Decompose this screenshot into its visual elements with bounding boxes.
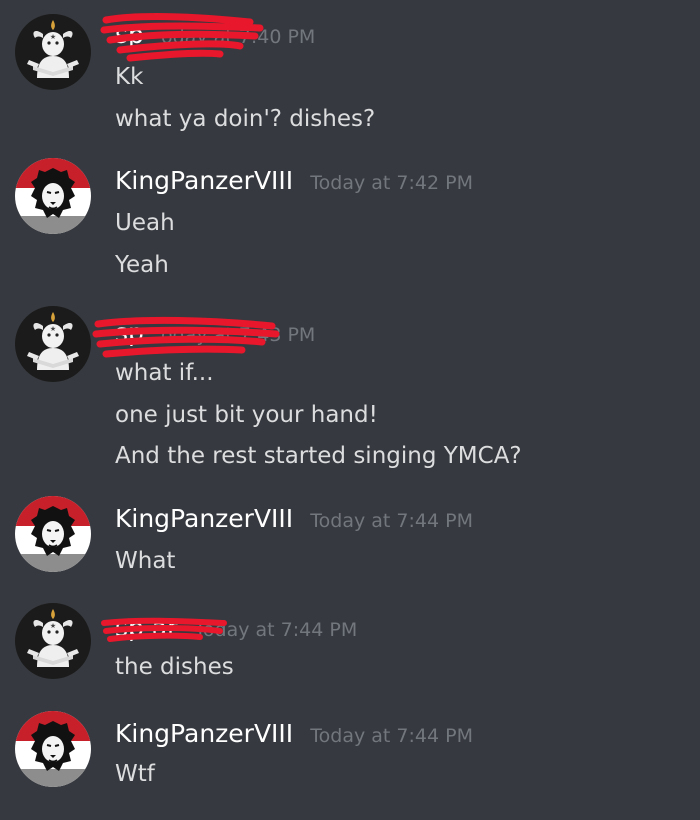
message-text: And the rest started singing YMCA?	[115, 443, 522, 469]
goat-avatar-icon[interactable]	[15, 306, 91, 382]
username[interactable]: sp	[115, 20, 144, 49]
message-text: Ueah	[115, 210, 175, 236]
message-group: KingPanzerVIII Today at 7:42 PM Ueah Yea…	[0, 150, 700, 300]
lion-avatar-icon[interactable]	[15, 496, 91, 572]
goat-avatar-icon[interactable]	[15, 603, 91, 679]
lion-avatar-icon[interactable]	[15, 158, 91, 234]
message-header: KingPanzerVIII Today at 7:44 PM	[115, 719, 473, 748]
message-text: Wtf	[115, 761, 155, 787]
username[interactable]: sp ar	[115, 613, 177, 642]
goat-avatar-icon[interactable]	[15, 14, 91, 90]
message-group: KingPanzerVIII Today at 7:44 PM Wtf	[0, 707, 700, 820]
timestamp: Today at 7:44 PM	[310, 510, 473, 532]
message-text: the dishes	[115, 654, 234, 680]
message-header: KingPanzerVIII Today at 7:42 PM	[115, 166, 473, 195]
message-header: sp oday at 7:43 PM	[115, 318, 315, 347]
message-text: what if...	[115, 360, 214, 386]
message-text: one just bit your hand!	[115, 402, 378, 428]
timestamp: Today at 7:44 PM	[310, 725, 473, 747]
message-header: KingPanzerVIII Today at 7:44 PM	[115, 504, 473, 533]
message-text: Kk	[115, 64, 144, 90]
message-header: sp oday at 7:40 PM	[115, 20, 315, 49]
timestamp: oday at 7:40 PM	[161, 26, 316, 48]
username[interactable]: KingPanzerVIII	[115, 504, 293, 533]
timestamp: Today at 7:42 PM	[310, 172, 473, 194]
username[interactable]: sp	[115, 318, 144, 347]
message-group: sp oday at 7:43 PM what if... one just b…	[0, 300, 700, 490]
message-group: KingPanzerVIII Today at 7:44 PM What	[0, 490, 700, 597]
message-text: Yeah	[115, 252, 169, 278]
message-group: sp ar Today at 7:44 PM the dishes	[0, 597, 700, 707]
message-text: what ya doin'? dishes?	[115, 106, 376, 132]
timestamp: Today at 7:44 PM	[194, 619, 358, 641]
lion-avatar-icon[interactable]	[15, 711, 91, 787]
username[interactable]: KingPanzerVIII	[115, 719, 293, 748]
message-header: sp ar Today at 7:44 PM	[115, 613, 357, 642]
message-group: sp oday at 7:40 PM Kk what ya doin'? dis…	[0, 0, 700, 150]
timestamp: oday at 7:43 PM	[161, 324, 316, 346]
username[interactable]: KingPanzerVIII	[115, 166, 293, 195]
message-text: What	[115, 548, 176, 574]
